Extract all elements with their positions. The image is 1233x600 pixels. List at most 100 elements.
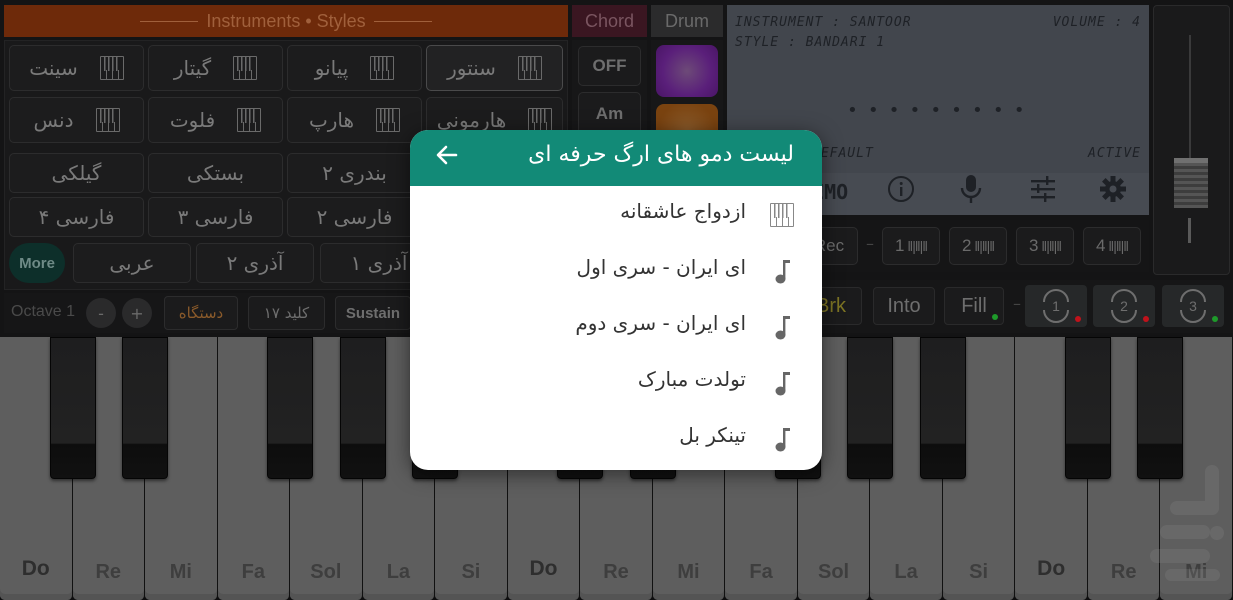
instrument-label: پیانو [314, 56, 349, 80]
demo-item[interactable]: تینکر بل [410, 411, 822, 467]
key-label: Do [1037, 557, 1066, 580]
variation-status-dot [1075, 316, 1081, 322]
variation-status-dot [1212, 316, 1218, 322]
style-arabi[interactable]: عربی [73, 243, 191, 283]
volume-slider-base [1188, 218, 1191, 243]
style-azari-2[interactable]: آذری ۲ [196, 243, 314, 283]
lcd-dots: ••••••••• [847, 100, 1035, 121]
instrument-flute[interactable]: فلوت [148, 97, 283, 143]
variation-1-button[interactable]: 1 [1025, 285, 1087, 327]
track-2-button[interactable]: 2 ‖|‖|‖ [949, 227, 1007, 265]
more-button[interactable]: More [9, 243, 65, 283]
variation-cycle-icon: 1 [1043, 289, 1069, 323]
piano-icon [237, 108, 262, 132]
sustain-button[interactable]: Sustain [335, 296, 411, 330]
tab-chord[interactable]: Chord [572, 5, 647, 37]
equalizer-icon[interactable] [1026, 172, 1060, 206]
demo-item-label: ای ایران - سری اول [576, 255, 746, 279]
instrument-harp[interactable]: هارپ [287, 97, 422, 143]
settings-gear-icon[interactable] [1096, 172, 1130, 206]
black-key-la-sharp[interactable] [919, 337, 966, 479]
instrument-santoor[interactable]: سنتور [426, 45, 563, 91]
demo-item-label: تینکر بل [679, 423, 746, 447]
demo-item-label: ای ایران - سری دوم [575, 311, 746, 335]
volume-slider-track[interactable] [1189, 35, 1191, 160]
variation-cycle-icon: 3 [1180, 289, 1206, 323]
music-note-icon [768, 313, 796, 341]
instrument-synth[interactable]: سینت [9, 45, 144, 91]
piano-icon [376, 108, 401, 132]
drum-pad-1[interactable] [656, 45, 718, 97]
track-number: 4 [1095, 236, 1106, 255]
black-key-re-sharp[interactable] [1137, 337, 1184, 479]
piano-icon [768, 201, 796, 229]
intro-button[interactable]: Into [873, 287, 935, 325]
style-bandari-2[interactable]: بندری ۲ [287, 153, 422, 193]
style-farsi-3[interactable]: فارسی ۳ [148, 197, 283, 237]
track-3-button[interactable]: 3 ‖|‖|‖ [1016, 227, 1074, 265]
track-4-button[interactable]: 4 ‖|‖|‖ [1083, 227, 1141, 265]
fill-label: Fill [961, 294, 987, 317]
instrument-guitar[interactable]: گیتار [148, 45, 283, 91]
divider [373, 20, 432, 22]
key-label: Do [529, 557, 558, 580]
dastgah-button[interactable]: دستگاه [164, 296, 238, 330]
waveform-icon: ‖|‖|‖ [907, 238, 928, 254]
black-key-do-sharp[interactable] [49, 337, 96, 479]
track-number: 3 [1028, 236, 1039, 255]
demo-item-label: تولدت مبارک [637, 367, 746, 391]
variation-status-dot [1143, 316, 1149, 322]
style-gilaki[interactable]: گیلکی [9, 153, 144, 193]
black-key-sol-sharp[interactable] [339, 337, 386, 479]
style-farsi-4[interactable]: فارسی ۴ [9, 197, 144, 237]
variation-3-button[interactable]: 3 [1162, 285, 1224, 327]
piano-icon [370, 56, 395, 80]
volume-slider-thumb[interactable] [1174, 157, 1208, 208]
organ-app: Instruments • Styles Chord Drum سنتور پی… [0, 0, 1233, 600]
piano-icon [233, 56, 258, 80]
black-key-re-sharp[interactable] [122, 337, 169, 479]
instrument-dance[interactable]: دنس [9, 97, 144, 143]
variation-2-button[interactable]: 2 [1093, 285, 1155, 327]
instruments-styles-header: Instruments • Styles [4, 5, 568, 37]
track-number: 1 [894, 236, 905, 255]
lcd-instrument: INSTRUMENT : SANTOOR [735, 15, 912, 30]
divider [140, 20, 199, 22]
style-farsi-2[interactable]: فارسی ۲ [287, 197, 422, 237]
volume-slider-panel [1153, 5, 1230, 275]
key-label: La [386, 561, 411, 583]
black-key-do-sharp[interactable] [1064, 337, 1111, 479]
instrument-label: سینت [29, 56, 78, 80]
key-label: Si [969, 561, 989, 583]
tab-drum[interactable]: Drum [651, 5, 723, 37]
info-icon[interactable] [884, 172, 918, 206]
demo-item[interactable]: ای ایران - سری دوم [410, 299, 822, 355]
octave-plus-button[interactable]: + [122, 298, 152, 328]
separator: – [866, 234, 874, 253]
black-key-sol-sharp[interactable] [847, 337, 894, 479]
microphone-icon[interactable] [954, 172, 988, 206]
key-button[interactable]: کلید ۱۷ [248, 296, 325, 330]
demo-item[interactable]: تولدت مبارک [410, 355, 822, 411]
back-arrow-icon[interactable] [434, 142, 462, 170]
style-bastaki[interactable]: بستکی [148, 153, 283, 193]
waveform-icon: ‖|‖|‖ [1041, 238, 1062, 254]
waveform-icon: ‖|‖|‖ [974, 238, 995, 254]
demo-item[interactable]: ازدواج عاشقانه [410, 187, 822, 243]
key-label: Sol [818, 561, 850, 583]
track-1-button[interactable]: 1 ‖|‖|‖ [882, 227, 940, 265]
octave-minus-button[interactable]: - [86, 298, 116, 328]
svg-text:1: 1 [1052, 298, 1060, 314]
music-note-icon [768, 257, 796, 285]
demo-item[interactable]: ای ایران - سری اول [410, 243, 822, 299]
key-label: Re [603, 561, 629, 583]
instrument-label: دنس [33, 108, 74, 132]
chord-off-button[interactable]: OFF [578, 46, 641, 86]
black-key-fa-sharp[interactable] [267, 337, 314, 479]
instrument-piano[interactable]: پیانو [287, 45, 422, 91]
demo-item-label: ازدواج عاشقانه [620, 199, 746, 223]
demo-list-dialog: لیست دمو های ارگ حرفه ای ازدواج عاشقانه … [410, 130, 822, 470]
fill-button[interactable]: Fill [944, 287, 1004, 325]
piano-icon [517, 56, 542, 80]
instrument-label: گیتار [173, 56, 212, 80]
